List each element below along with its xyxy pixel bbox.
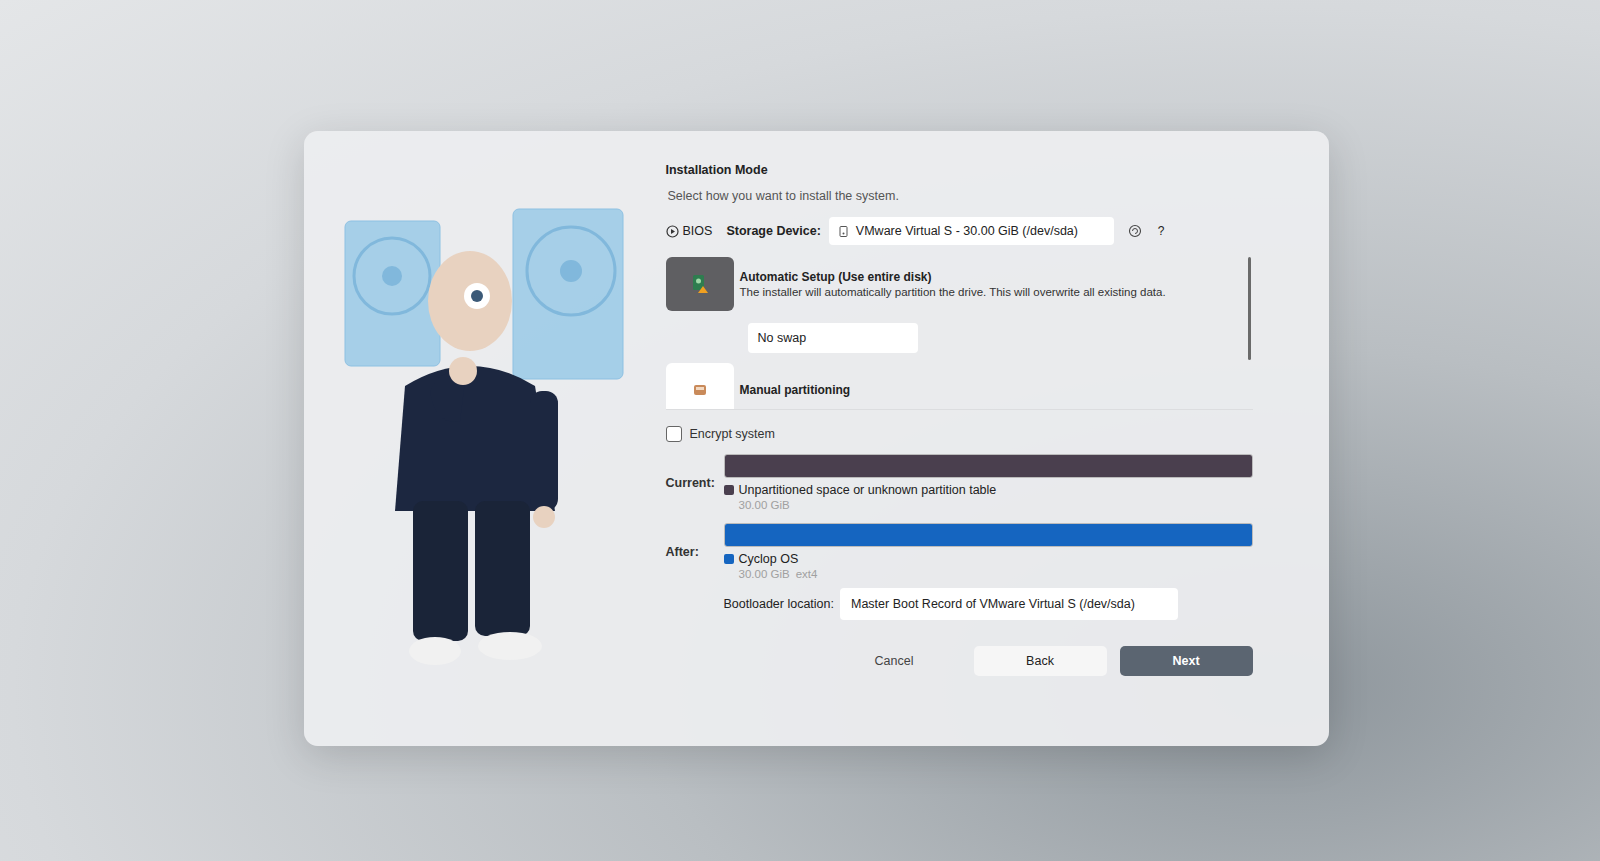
partition-segment [725,455,1252,477]
legend-swatch [724,554,734,564]
refresh-icon[interactable] [1128,224,1142,238]
option-icon-box [666,363,734,410]
drive-icon [839,226,848,237]
text-button[interactable]: Cancel [828,646,961,676]
mascot-icon [335,181,635,681]
option-title: Automatic Setup (Use entire disk) [740,270,1166,284]
dialog-subtitle: Select how you want to install the syste… [666,189,1253,203]
legend-swatch [724,485,734,495]
partition-bar [724,454,1253,478]
install-option[interactable]: Manual partitioning [666,363,1237,410]
partition-segment [725,524,1252,546]
storage-row: BIOS Storage Device: VMware Virtual S - 30… [666,217,1253,245]
primary-button[interactable]: Next [1120,646,1253,676]
partition-layout: Current:Unpartitioned space or unknown p… [666,454,1253,511]
button-row: Cancel Back Next [666,646,1253,676]
install-option[interactable]: Automatic Setup (Use entire disk) The ins… [666,257,1237,353]
storage-select[interactable]: VMware Virtual S - 30.00 GiB (/dev/sda) [829,217,1114,245]
bootloader-row: Bootloader location: Master Boot Record o… [724,588,1253,620]
checkbox-box[interactable] [666,426,682,442]
disk-warning-icon [691,274,709,294]
partition-layout: After:Cyclop OS30.00 GiBext4 [666,523,1253,580]
swap-select[interactable]: No swap [748,323,918,353]
bootloader-label: Bootloader location: [724,597,835,611]
option-description: The installer will automatically partiti… [740,286,1166,298]
help-button[interactable]: ? [1158,224,1165,238]
play-circle-icon [666,225,679,238]
dialog-title: Installation Mode [666,163,1253,177]
secondary-button[interactable]: Back [974,646,1107,676]
option-icon-box [666,257,734,311]
bootloader-select[interactable]: Master Boot Record of VMware Virtual S (… [840,588,1178,620]
firmware-label: BIOS [666,224,713,238]
desktop-background: Installation Mode Select how you want to … [0,0,1600,861]
partition-legend: Unpartitioned space or unknown partition… [724,483,1253,511]
option-title: Manual partitioning [740,383,851,397]
mascot-illustration [304,161,666,716]
installer-dialog: Installation Mode Select how you want to … [304,131,1329,746]
install-options-list: Automatic Setup (Use entire disk) The ins… [666,257,1253,410]
encrypt-label: Encrypt system [690,427,775,441]
storage-label: Storage Device: [726,224,820,238]
partition-tool-icon [692,382,708,398]
layout-label: Current: [666,476,724,490]
install-mode-panel: Installation Mode Select how you want to … [666,161,1253,716]
encrypt-checkbox[interactable]: Encrypt system [666,426,1253,442]
partition-legend: Cyclop OS30.00 GiBext4 [724,552,1253,580]
scrollbar[interactable] [1248,257,1251,360]
layout-label: After: [666,545,724,559]
partition-bar [724,523,1253,547]
